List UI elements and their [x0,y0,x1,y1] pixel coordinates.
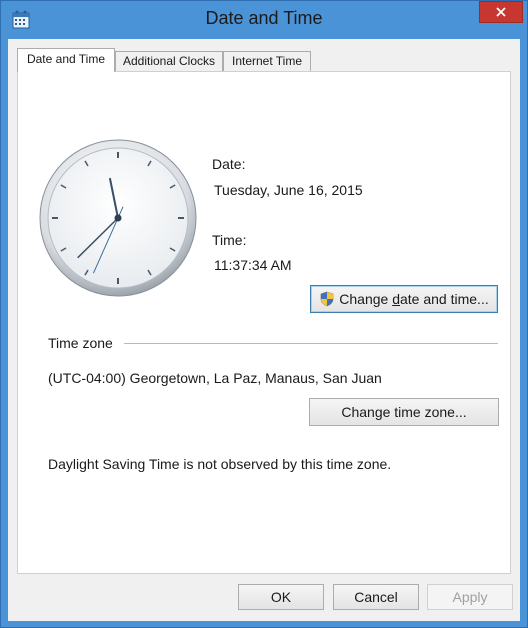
tab-date-and-time[interactable]: Date and Time [17,48,115,72]
change-date-and-time-label-suffix: ate and time... [400,291,489,307]
cancel-button[interactable]: Cancel [333,584,419,610]
close-button[interactable] [479,1,523,23]
change-time-zone-button[interactable]: Change time zone... [309,398,499,426]
change-date-and-time-accelerator: d [392,291,400,307]
tab-additional-clocks[interactable]: Additional Clocks [115,51,223,71]
time-zone-heading: Time zone [48,335,113,351]
title-bar[interactable]: Date and Time [1,1,527,39]
close-icon [496,7,506,17]
change-date-and-time-label-prefix: Change [339,291,393,307]
time-value: 11:37:34 AM [214,257,292,273]
dialog-client-area: Date and Time Additional Clocks Internet… [8,39,520,621]
change-date-and-time-label: Change date and time... [339,291,488,307]
time-label: Time: [212,232,247,248]
change-date-and-time-button[interactable]: Change date and time... [310,285,498,313]
apply-button[interactable]: Apply [427,584,513,610]
analog-clock [39,139,197,297]
date-value: Tuesday, June 16, 2015 [214,182,363,198]
tab-internet-time[interactable]: Internet Time [223,51,311,71]
time-zone-divider [124,343,498,344]
clock-center-pin [114,214,122,222]
uac-shield-icon [320,291,334,307]
ok-button[interactable]: OK [238,584,324,610]
time-zone-value: (UTC-04:00) Georgetown, La Paz, Manaus, … [48,370,382,386]
date-and-time-window: Date and Time Date and Time Additional C… [0,0,528,628]
window-title: Date and Time [205,8,323,28]
date-label: Date: [212,156,246,172]
dst-note: Daylight Saving Time is not observed by … [48,456,392,472]
tab-panel-date-and-time: Date: Tuesday, June 16, 2015 Time: 11:37… [17,71,511,574]
